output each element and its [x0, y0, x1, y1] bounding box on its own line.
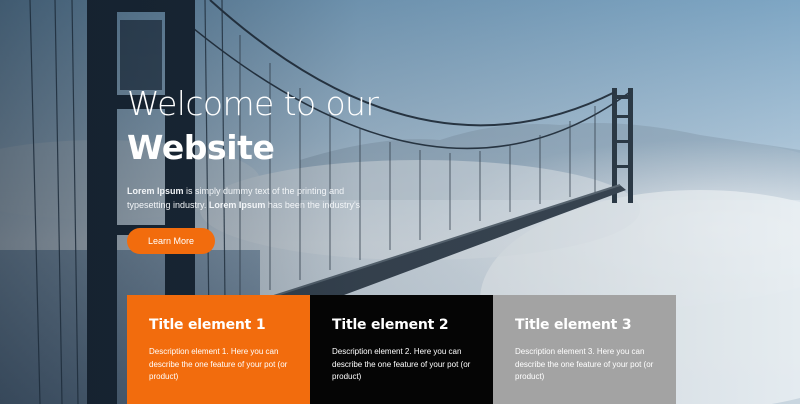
hero-section: Welcome to our Website Lorem Ipsum is si… [0, 0, 800, 404]
intro-bold-1: Lorem Ipsum [127, 186, 184, 196]
feature-card-1: Title element 1 Description element 1. H… [127, 295, 310, 404]
feature-title-1: Title element 1 [149, 317, 266, 333]
feature-title-3: Title element 3 [515, 317, 632, 333]
hero-intro-text: Lorem Ipsum is simply dummy text of the … [127, 184, 372, 212]
intro-bold-2: Lorem Ipsum [208, 200, 266, 210]
hero-content: Welcome to our Website Lorem Ipsum is si… [127, 84, 427, 254]
learn-more-button[interactable]: Learn More [127, 228, 215, 254]
feature-row: Title element 1 Description element 1. H… [127, 295, 676, 404]
feature-card-2: Title element 2 Description element 2. H… [310, 295, 493, 404]
headline-light-text: Welcome to our [127, 84, 379, 123]
headline-bold-text: Website [127, 128, 275, 167]
feature-card-3: Title element 3 Description element 3. H… [493, 295, 676, 404]
feature-description-2: Description element 2. Here you can desc… [332, 347, 471, 381]
feature-description-3: Description element 3. Here you can desc… [515, 347, 654, 381]
intro-text-2: has been the industry's [265, 200, 361, 210]
feature-description-1: Description element 1. Here you can desc… [149, 347, 288, 381]
feature-title-2: Title element 2 [332, 317, 449, 333]
hero-headline: Welcome to our Website [127, 84, 427, 168]
